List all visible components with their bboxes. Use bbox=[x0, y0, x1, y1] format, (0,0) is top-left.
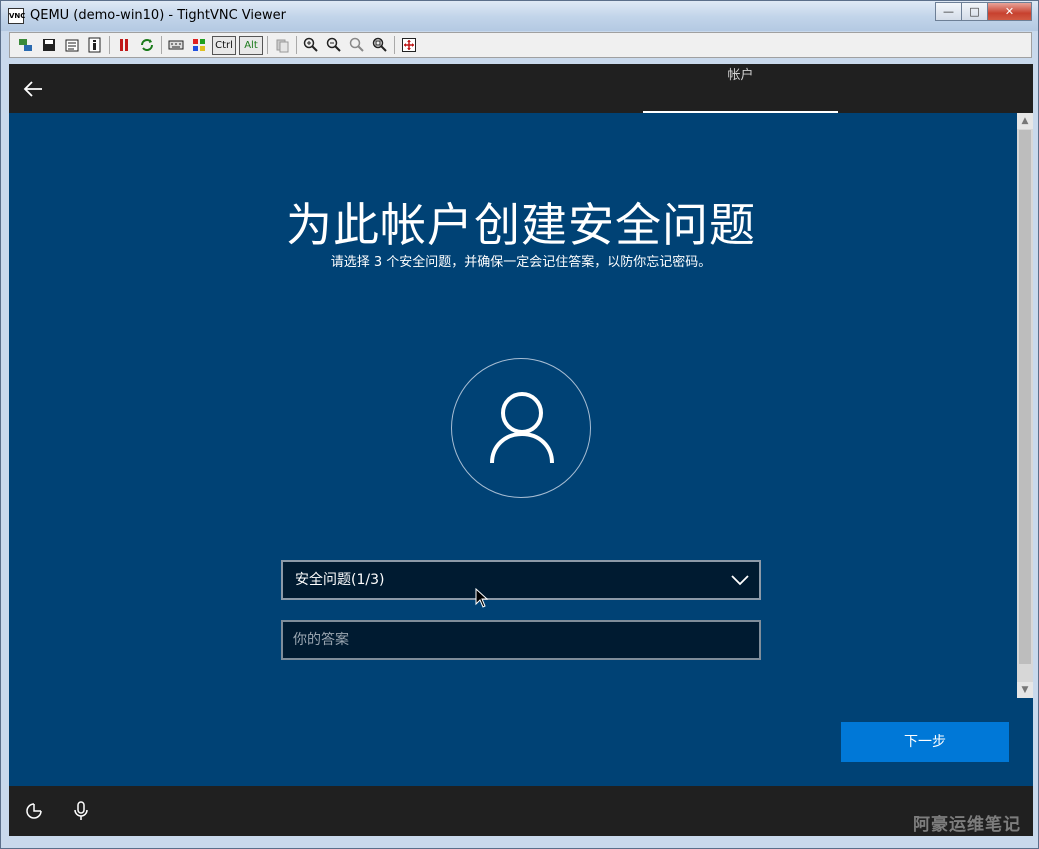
microphone-icon[interactable] bbox=[73, 801, 89, 821]
toolbar-separator bbox=[109, 36, 110, 54]
remote-desktop-screen[interactable]: 帐户 ▲ ▼ 为此帐户创建安全问题 请选择 3 个安全问题，并确保一定会记住答案… bbox=[9, 64, 1033, 836]
ctrl-key-toggle[interactable]: Ctrl bbox=[212, 35, 236, 55]
next-button[interactable]: 下一步 bbox=[841, 722, 1009, 762]
security-question-value: 安全问题(1/3) bbox=[295, 572, 385, 588]
scroll-up-arrow-icon[interactable]: ▲ bbox=[1017, 113, 1033, 129]
zoom-out-icon[interactable] bbox=[324, 35, 344, 55]
back-arrow-icon[interactable] bbox=[21, 77, 45, 101]
ctrl-esc-icon[interactable] bbox=[189, 35, 209, 55]
window-controls: — □ ✕ bbox=[935, 2, 1032, 21]
ctrl-alt-del-icon[interactable] bbox=[166, 35, 186, 55]
refresh-icon[interactable] bbox=[137, 35, 157, 55]
title-bar[interactable]: VNC QEMU (demo-win10) - TightVNC Viewer … bbox=[1, 1, 1038, 31]
page-subtitle: 请选择 3 个安全问题，并确保一定会记住答案，以防你忘记密码。 bbox=[330, 255, 712, 270]
vnc-viewer-window: VNC QEMU (demo-win10) - TightVNC Viewer … bbox=[0, 0, 1039, 849]
info-icon[interactable] bbox=[85, 35, 105, 55]
chevron-down-icon bbox=[731, 575, 749, 586]
vnc-app-icon[interactable]: VNC bbox=[8, 8, 25, 24]
oobe-footer-bar: 阿豪运维笔记 bbox=[9, 786, 1033, 836]
zoom-100-icon[interactable] bbox=[347, 35, 367, 55]
security-question-select[interactable]: 安全问题(1/3) bbox=[281, 560, 761, 600]
mouse-cursor-icon bbox=[475, 588, 489, 608]
close-button[interactable]: ✕ bbox=[987, 2, 1032, 21]
page-title: 为此帐户创建安全问题 bbox=[286, 198, 756, 252]
pause-icon[interactable] bbox=[114, 35, 134, 55]
window-title: QEMU (demo-win10) - TightVNC Viewer bbox=[30, 8, 286, 23]
clipboard-icon[interactable] bbox=[272, 35, 292, 55]
toolbar-separator bbox=[296, 36, 297, 54]
scroll-down-arrow-icon[interactable]: ▼ bbox=[1017, 682, 1033, 698]
vnc-toolbar: Ctrl Alt bbox=[9, 32, 1032, 58]
zoom-in-icon[interactable] bbox=[301, 35, 321, 55]
active-tab-indicator bbox=[643, 111, 838, 113]
alt-key-toggle[interactable]: Alt bbox=[239, 35, 263, 55]
new-connection-icon[interactable] bbox=[16, 35, 36, 55]
tab-account[interactable]: 帐户 bbox=[643, 64, 838, 113]
toolbar-separator bbox=[267, 36, 268, 54]
zoom-fit-icon[interactable] bbox=[370, 35, 390, 55]
minimize-button[interactable]: — bbox=[935, 2, 962, 21]
maximize-button[interactable]: □ bbox=[961, 2, 988, 21]
toolbar-separator bbox=[394, 36, 395, 54]
options-icon[interactable] bbox=[62, 35, 82, 55]
person-icon bbox=[490, 392, 554, 464]
ease-of-access-icon[interactable] bbox=[25, 802, 43, 820]
watermark-text: 阿豪运维笔记 bbox=[913, 815, 1021, 835]
toolbar-separator bbox=[161, 36, 162, 54]
user-avatar bbox=[451, 358, 591, 498]
oobe-header-bar: 帐户 bbox=[9, 64, 1033, 113]
fullscreen-icon[interactable] bbox=[399, 35, 419, 55]
save-icon[interactable] bbox=[39, 35, 59, 55]
answer-input[interactable] bbox=[281, 620, 761, 660]
